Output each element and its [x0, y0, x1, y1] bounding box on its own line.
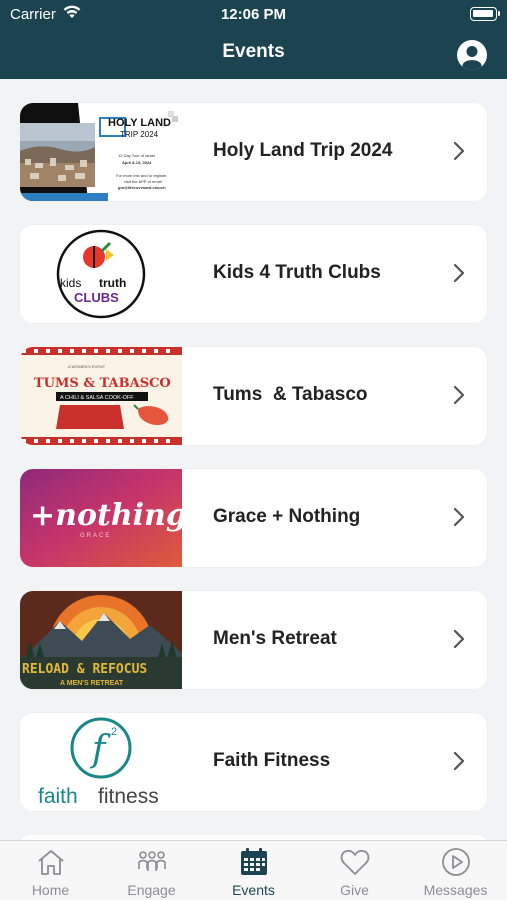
thumb-subheading: TRIP 2024	[120, 130, 159, 139]
event-thumbnail: kids truth CLUBS	[20, 225, 182, 323]
tab-events[interactable]: Events	[203, 841, 304, 900]
chevron-right-icon	[453, 507, 465, 527]
user-icon	[462, 46, 482, 70]
thumb-word: fitness	[98, 785, 159, 808]
thumb-line: visit the APP or email	[124, 179, 162, 184]
event-card-kids-4-truth[interactable]: kids truth CLUBS Kids 4 Truth Clubs	[20, 225, 487, 323]
page-title: Events	[222, 41, 285, 62]
event-thumbnail: HOLY LAND TRIP 2024 12 Day Tour of Israe…	[20, 103, 182, 201]
grace-nothing-image: +nothing GRACE	[20, 469, 182, 567]
calendar-icon	[241, 848, 267, 875]
thumb-sub: A MEN'S RETREAT	[60, 680, 124, 687]
tab-home[interactable]: Home	[0, 841, 101, 900]
thumb-line: gm@lifecovenant.church	[118, 185, 166, 190]
tab-bar: Home Engage Events Give Messages	[0, 840, 507, 900]
tab-messages[interactable]: Messages	[405, 841, 506, 900]
event-card-mens-retreat[interactable]: RELOAD & REFOCUS A MEN'S RETREAT Men's R…	[20, 591, 487, 689]
thumb-sub: GRACE	[80, 533, 111, 539]
tab-label: Engage	[127, 882, 176, 898]
tab-label: Messages	[423, 882, 488, 898]
tab-give[interactable]: Give	[304, 841, 405, 900]
thumb-heading: RELOAD & REFOCUS	[22, 662, 147, 677]
kids-4-truth-logo: kids truth CLUBS	[20, 225, 182, 323]
event-title: Men's Retreat	[213, 628, 337, 649]
thumb-line: For more info and to register,	[116, 173, 168, 178]
thumb-banner: A CHILI & SALSA COOK-OFF	[60, 395, 134, 401]
event-card-holy-land[interactable]: HOLY LAND TRIP 2024 12 Day Tour of Israe…	[20, 103, 487, 201]
heart-icon	[340, 849, 370, 875]
tab-label: Home	[31, 882, 70, 898]
chevron-right-icon	[453, 141, 465, 161]
mens-retreat-image: RELOAD & REFOCUS A MEN'S RETREAT	[20, 591, 182, 689]
event-title: Faith Fitness	[213, 750, 331, 771]
events-list: HOLY LAND TRIP 2024 12 Day Tour of Israe…	[20, 103, 487, 835]
thumb-word: kids	[60, 276, 81, 290]
thumb-logo-sup: 2	[111, 726, 117, 738]
event-thumbnail: f 2 faith fitness	[20, 713, 182, 811]
event-card-grace-nothing[interactable]: +nothing GRACE Grace + Nothing	[20, 469, 487, 567]
thumb-kicker: A WOMEN'S EVENT	[68, 364, 106, 369]
thumb-word: truth	[99, 276, 126, 290]
thumb-word: CLUBS	[74, 290, 119, 305]
event-title: Kids 4 Truth Clubs	[213, 262, 381, 283]
event-thumbnail: RELOAD & REFOCUS A MEN'S RETREAT	[20, 591, 182, 689]
event-card-faith-fitness[interactable]: f 2 faith fitness Faith Fitness	[20, 713, 487, 811]
tums-tabasco-image: A WOMEN'S EVENT TUMS & TABASCO A CHILI &…	[20, 347, 182, 445]
thumb-heading: TUMS & TABASCO	[34, 376, 171, 391]
play-icon	[442, 848, 470, 876]
chevron-right-icon	[453, 629, 465, 649]
event-title: Tums & Tabasco	[213, 384, 368, 405]
event-title: Holy Land Trip 2024	[213, 140, 393, 161]
event-title: Grace + Nothing	[213, 506, 361, 527]
home-icon	[38, 850, 64, 875]
chevron-right-icon	[453, 385, 465, 405]
chevron-right-icon	[453, 263, 465, 283]
chevron-right-icon	[453, 751, 465, 771]
profile-button[interactable]	[457, 40, 487, 70]
status-bar: Carrier 12:06 PM	[0, 0, 507, 30]
navigation-bar: Events	[0, 30, 507, 79]
thumb-line: April 8-19, 2024	[122, 160, 152, 165]
thumb-line: 12 Day Tour of Israel	[118, 153, 155, 158]
event-thumbnail: A WOMEN'S EVENT TUMS & TABASCO A CHILI &…	[20, 347, 182, 445]
event-thumbnail: +nothing GRACE	[20, 469, 182, 567]
event-card-tums-tabasco[interactable]: A WOMEN'S EVENT TUMS & TABASCO A CHILI &…	[20, 347, 487, 445]
thumb-heading: HOLY LAND	[108, 117, 171, 129]
thumb-heading: +nothing	[30, 498, 182, 533]
tab-engage[interactable]: Engage	[101, 841, 202, 900]
people-icon	[138, 851, 166, 871]
tab-label: Give	[340, 882, 369, 898]
faith-fitness-logo: f 2 faith fitness	[20, 713, 182, 811]
tab-label: Events	[232, 882, 275, 898]
battery-icon	[470, 7, 500, 21]
thumb-word: faith	[38, 785, 78, 808]
clock-time: 12:06 PM	[220, 6, 287, 23]
